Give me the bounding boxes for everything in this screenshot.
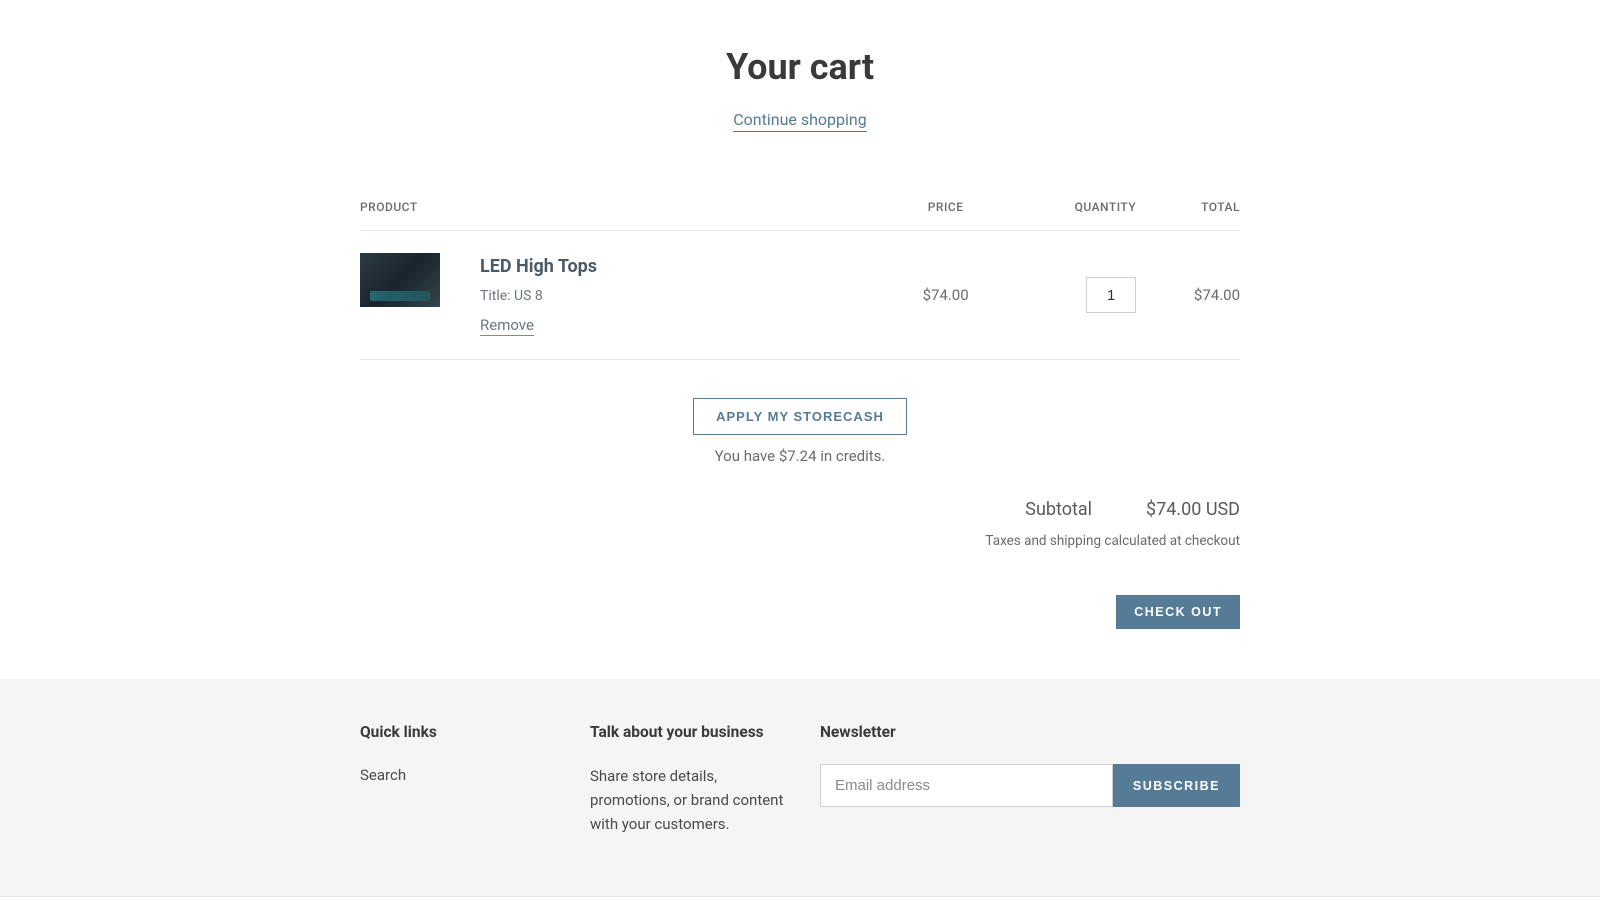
table-row: LED High Tops Title: US 8 Remove $74.00 … — [360, 231, 1240, 360]
quantity-input[interactable] — [1086, 277, 1136, 313]
col-header-total: TOTAL — [1136, 180, 1240, 231]
col-header-product: PRODUCT — [360, 180, 894, 231]
remove-button[interactable]: Remove — [480, 316, 534, 336]
footer-quick-links-heading: Quick links — [360, 721, 570, 744]
product-name-link[interactable]: LED High Tops — [480, 253, 597, 280]
checkout-button[interactable]: CHECK OUT — [1116, 595, 1240, 629]
footer-about-heading: Talk about your business — [590, 721, 800, 744]
col-header-price: PRICE — [894, 180, 998, 231]
footer-newsletter-heading: Newsletter — [820, 721, 1240, 744]
email-field[interactable] — [820, 764, 1113, 807]
continue-shopping-link[interactable]: Continue shopping — [733, 110, 866, 132]
subscribe-button[interactable]: SUBSCRIBE — [1113, 764, 1240, 807]
footer-about-text: Share store details, promotions, or bran… — [590, 764, 790, 836]
subtotal-label: Subtotal — [1025, 496, 1092, 523]
col-header-quantity: QUANTITY — [998, 180, 1137, 231]
tax-shipping-note: Taxes and shipping calculated at checkou… — [360, 531, 1240, 551]
line-price: $74.00 — [894, 231, 998, 360]
page-title: Your cart — [360, 40, 1240, 94]
storecash-credits-text: You have $7.24 in credits. — [360, 445, 1240, 468]
cart-table: PRODUCT PRICE QUANTITY TOTAL LED High To… — [360, 180, 1240, 360]
footer-link-search[interactable]: Search — [360, 764, 570, 787]
product-image[interactable] — [360, 253, 440, 307]
apply-storecash-button[interactable]: APPLY MY STORECASH — [693, 398, 907, 435]
product-variant: Title: US 8 — [480, 286, 597, 307]
line-total: $74.00 — [1136, 231, 1240, 360]
subtotal-value: $74.00 USD — [1146, 496, 1240, 523]
